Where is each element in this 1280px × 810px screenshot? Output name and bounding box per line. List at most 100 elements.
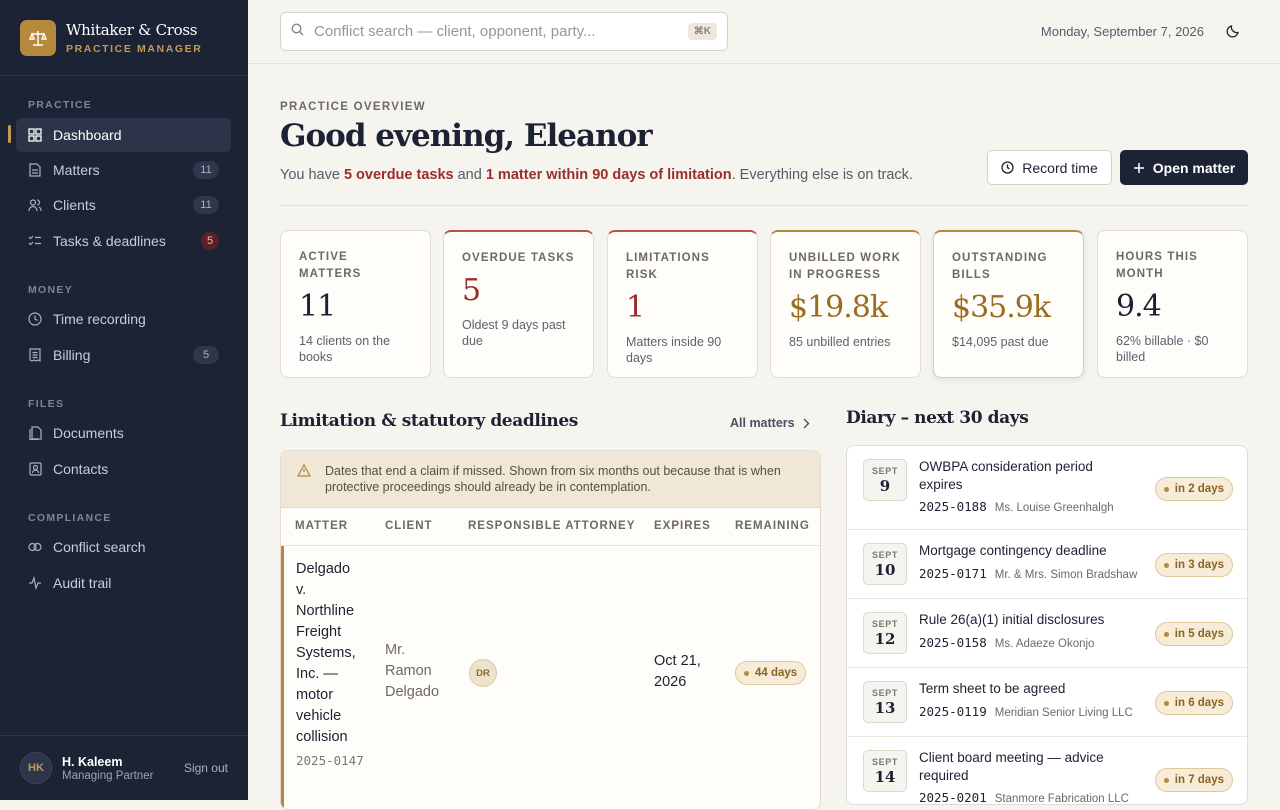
due-text: in 5 days bbox=[1174, 628, 1224, 640]
sidebar-item-audit-trail[interactable]: Audit trail bbox=[16, 566, 231, 600]
clock-icon bbox=[1001, 161, 1014, 174]
column-header[interactable]: CLIENT bbox=[385, 520, 433, 532]
overdue-link[interactable]: 5 overdue tasks bbox=[344, 167, 454, 183]
stat-card-limitations[interactable]: Limitations risk 1 Matters inside 90 day… bbox=[607, 230, 758, 378]
stat-sub: 14 clients on the books bbox=[299, 334, 391, 364]
date-badge: SEPT 9 bbox=[863, 459, 907, 501]
stat-sub: 62% billable · $0 billed bbox=[1116, 334, 1209, 364]
matter-code: 2025-0201 bbox=[919, 790, 987, 805]
due-text: in 3 days bbox=[1174, 559, 1224, 571]
matter-code: 2025-0147 bbox=[296, 753, 364, 768]
sidebar-item-matters[interactable]: Matters 11 bbox=[16, 153, 231, 187]
column-header[interactable]: RESPONSIBLE ATTORNEY bbox=[468, 520, 635, 532]
stat-card-unbilled-wip[interactable]: Unbilled work in progress $19.8k 85 unbi… bbox=[770, 230, 921, 378]
diary-item[interactable]: SEPT 12 Rule 26(a)(1) initial disclosures… bbox=[847, 599, 1247, 668]
due-badge: in 7 days bbox=[1154, 768, 1233, 792]
column-header[interactable]: MATTER bbox=[295, 520, 348, 532]
matter-name[interactable]: Delgado v. Northline Freight Systems, In… bbox=[296, 559, 364, 748]
stat-sub: 85 unbilled entries bbox=[789, 335, 891, 349]
sidebar-item-contacts[interactable]: Contacts bbox=[16, 452, 231, 486]
moon-icon[interactable] bbox=[1226, 24, 1240, 43]
warning-banner: Dates that end a claim if missed. Shown … bbox=[281, 451, 820, 508]
matter-code: 2025-0171 bbox=[919, 566, 987, 581]
client-cell: Mr. Ramon Delgado bbox=[385, 642, 440, 700]
warning-text: Dates that end a claim if missed. Shown … bbox=[325, 464, 781, 494]
status-dot bbox=[1163, 562, 1169, 568]
date-day: 14 bbox=[874, 767, 896, 786]
attorney-avatar: DR bbox=[469, 659, 497, 687]
record-time-label: Record time bbox=[1022, 159, 1098, 176]
diary-item-title: Term sheet to be agreed bbox=[919, 681, 1066, 696]
open-matter-button[interactable]: Open matter bbox=[1120, 150, 1248, 185]
sidebar-item-clients[interactable]: Clients 11 bbox=[16, 188, 231, 222]
sidebar-item-label: Documents bbox=[53, 425, 124, 441]
sidebar: Whitaker & Cross PRACTICE MANAGER PRACTI… bbox=[0, 0, 248, 800]
nav-section-compliance: COMPLIANCE bbox=[28, 512, 112, 524]
diary-item[interactable]: SEPT 14 Client board meeting — advice req… bbox=[847, 737, 1247, 805]
limitation-link[interactable]: 1 matter within 90 days of limitation bbox=[486, 167, 732, 183]
due-badge: in 5 days bbox=[1154, 622, 1233, 646]
sidebar-item-label: Matters bbox=[53, 162, 100, 178]
search-input[interactable] bbox=[314, 23, 688, 40]
conflict-search[interactable]: ⌘K bbox=[280, 12, 728, 51]
client-name: Ms. Adaeze Okonjo bbox=[994, 638, 1095, 650]
diary-item[interactable]: SEPT 9 OWBPA consideration period expires… bbox=[847, 446, 1247, 530]
clock-icon bbox=[28, 312, 42, 326]
all-matters-link[interactable]: All matters bbox=[730, 416, 810, 430]
sign-out-link[interactable]: Sign out bbox=[184, 761, 228, 775]
status-summary: You have 5 overdue tasks and 1 matter wi… bbox=[280, 167, 913, 183]
user-name: H. Kaleem bbox=[62, 754, 123, 769]
date-month: SEPT bbox=[872, 465, 898, 476]
diary-item[interactable]: SEPT 10 Mortgage contingency deadline 202… bbox=[847, 530, 1247, 599]
date-badge: SEPT 12 bbox=[863, 612, 907, 654]
count-badge: 11 bbox=[193, 161, 219, 179]
diary-item[interactable]: SEPT 13 Term sheet to be agreed 2025-0119… bbox=[847, 668, 1247, 737]
diary-item-meta: 2025-0171 Mr. & Mrs. Simon Bradshaw bbox=[919, 566, 1137, 581]
status-dot bbox=[1163, 631, 1169, 637]
stat-card-outstanding-bills[interactable]: Outstanding bills $35.9k $14,095 past du… bbox=[933, 230, 1084, 378]
sidebar-item-time[interactable]: Time recording bbox=[16, 302, 231, 336]
stat-value: $35.9k bbox=[952, 290, 1051, 325]
count-badge: 11 bbox=[193, 196, 219, 214]
record-time-button[interactable]: Record time bbox=[987, 150, 1112, 185]
stat-value: 9.4 bbox=[1116, 289, 1162, 324]
due-text: in 2 days bbox=[1174, 483, 1224, 495]
sidebar-item-conflict-search[interactable]: Conflict search bbox=[16, 530, 231, 564]
column-header[interactable]: REMAINING bbox=[735, 520, 810, 532]
date-month: SEPT bbox=[872, 618, 898, 629]
stat-card-overdue-tasks[interactable]: Overdue tasks 5 Oldest 9 days past due bbox=[443, 230, 594, 378]
sidebar-item-dashboard[interactable]: Dashboard bbox=[16, 118, 231, 152]
stat-card-active-matters[interactable]: Active matters 11 14 clients on the book… bbox=[280, 230, 431, 378]
status-dot bbox=[1163, 486, 1169, 492]
count-badge: 5 bbox=[201, 232, 219, 250]
column-header[interactable]: EXPIRES bbox=[654, 520, 711, 532]
documents-icon bbox=[28, 426, 42, 440]
client-name: Stanmore Fabrication LLC bbox=[994, 793, 1129, 805]
date-badge: SEPT 10 bbox=[863, 543, 907, 585]
stat-label: Overdue tasks bbox=[462, 252, 575, 264]
diary-title: Diary – next 30 days bbox=[846, 408, 1029, 428]
nav-section-money: MONEY bbox=[28, 284, 74, 296]
users-icon bbox=[28, 198, 42, 212]
stat-card-hours[interactable]: Hours this month 9.4 62% billable · $0 b… bbox=[1097, 230, 1248, 378]
active-indicator bbox=[8, 125, 11, 143]
date-day: 10 bbox=[874, 560, 896, 579]
stat-label: Unbilled work in progress bbox=[789, 252, 902, 281]
grid-icon bbox=[28, 128, 42, 142]
diary-item-title: Mortgage contingency deadline bbox=[919, 543, 1107, 558]
user-role: Managing Partner bbox=[62, 769, 154, 782]
count-badge: 5 bbox=[193, 346, 219, 364]
sidebar-item-billing[interactable]: Billing 5 bbox=[16, 338, 231, 372]
sidebar-item-documents[interactable]: Documents bbox=[16, 416, 231, 450]
file-icon bbox=[28, 163, 42, 177]
sidebar-item-label: Tasks & deadlines bbox=[53, 233, 166, 249]
sidebar-item-label: Time recording bbox=[53, 311, 146, 327]
status-dot bbox=[744, 670, 749, 676]
stat-label: Active matters bbox=[299, 251, 362, 280]
link-icon bbox=[28, 540, 42, 554]
table-row[interactable]: Delgado v. Northline Freight Systems, In… bbox=[281, 546, 820, 809]
sidebar-item-label: Billing bbox=[53, 347, 91, 363]
sidebar-item-tasks[interactable]: Tasks & deadlines 5 bbox=[16, 224, 231, 258]
sidebar-item-label: Audit trail bbox=[53, 575, 112, 591]
activity-icon bbox=[28, 576, 42, 590]
